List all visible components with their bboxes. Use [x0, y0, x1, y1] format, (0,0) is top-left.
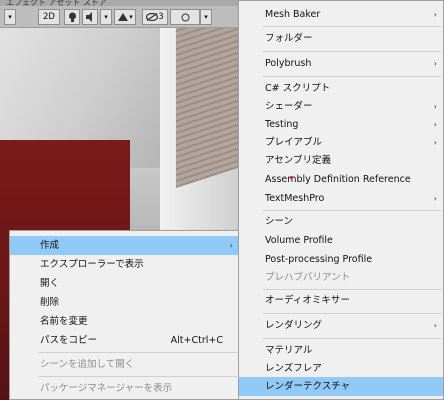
menu-item-textmeshpro[interactable]: TextMeshPro › [239, 189, 443, 208]
menu-separator [263, 76, 441, 77]
menu-item-label: Mesh Baker [265, 9, 321, 20]
menu-item-label: オーディオミキサー [265, 295, 350, 306]
asset-context-menu: 作成 › エクスプローラーで表示 開く 削除 名前を変更 パスをコピー Alt+… [9, 230, 240, 400]
menu-item-label: レンズフレア [265, 363, 322, 374]
menu-item-show-package-manager: パッケージマネージャーを表示 [10, 379, 239, 398]
menu-separator [263, 26, 441, 27]
menu-item-shader[interactable]: シェーダー › [239, 97, 443, 116]
menu-item-label: 作成 [40, 240, 60, 251]
menu-item-testing[interactable]: Testing › [239, 115, 443, 134]
menu-separator [263, 210, 441, 211]
submenu-arrow-icon: › [229, 241, 233, 250]
menu-item-label: シェーダー [265, 101, 313, 112]
menu-item-label: フォルダー [265, 33, 313, 44]
create-submenu: Mesh Baker › フォルダー Polybrush › C# スクリプト … [238, 0, 444, 400]
mouse-cursor-marker [290, 176, 293, 179]
menu-item-show-in-explorer[interactable]: エクスプローラーで表示 [10, 255, 239, 274]
submenu-arrow-icon: › [433, 194, 437, 203]
menu-item-label: アセンブリ定義 [265, 155, 332, 166]
menu-item-mesh-baker[interactable]: Mesh Baker › [239, 5, 443, 24]
menu-item-label: Assembly Definition Reference [265, 174, 411, 185]
hidden-count: 3 [158, 12, 164, 22]
menu-item-label: 名前を変更 [40, 316, 88, 327]
menu-item-label: レンダリング [265, 320, 323, 331]
submenu-arrow-icon: › [433, 59, 437, 68]
menu-item-label: パッケージマネージャーを表示 [40, 383, 173, 394]
menu-item-post-processing-profile[interactable]: Post-processing Profile [239, 250, 443, 269]
effects-icon[interactable]: ▾ [114, 9, 136, 25]
toggle-2d-button[interactable]: 2D [38, 9, 60, 25]
menu-separator [263, 313, 441, 314]
menu-separator [38, 376, 237, 377]
menu-item-volume-profile[interactable]: Volume Profile [239, 231, 443, 250]
gizmos-icon[interactable] [170, 9, 200, 25]
menu-item-label: エクスプローラーで表示 [40, 259, 144, 270]
menu-item-delete[interactable]: 削除 [10, 293, 239, 312]
menu-item-audio-mixer[interactable]: オーディオミキサー [239, 291, 443, 310]
gizmos-dropdown-arrow[interactable]: ▾ [200, 9, 212, 25]
menu-item-assembly-definition[interactable]: アセンブリ定義 [239, 151, 443, 170]
menu-item-label: TextMeshPro [265, 193, 325, 204]
menu-item-render-texture[interactable]: レンダーテクスチャ [239, 377, 443, 396]
menu-separator [263, 51, 441, 52]
menu-item-assembly-definition-reference[interactable]: Assembly Definition Reference [239, 170, 443, 189]
menu-item-label: プレイアブル [265, 137, 323, 148]
menu-item-create[interactable]: 作成 › [10, 236, 239, 255]
menu-item-label: 開く [40, 278, 60, 289]
effects-dropdown-arrow[interactable]: ▾ [100, 9, 112, 25]
menu-item-material[interactable]: マテリアル [239, 341, 443, 360]
menu-item-lens-flare[interactable]: レンズフレア [239, 359, 443, 378]
submenu-arrow-icon: › [433, 138, 437, 147]
toolbar-dropdown-arrow[interactable]: ▾ [4, 9, 16, 25]
light-bulb-icon[interactable] [64, 9, 80, 25]
menu-item-label: Volume Profile [265, 235, 333, 246]
scene-brick-wall [176, 0, 238, 188]
menu-item-rendering[interactable]: レンダリング › [239, 316, 443, 335]
menu-separator [38, 352, 237, 353]
menu-item-label: シーンを追加して開く [40, 359, 135, 370]
menu-separator [263, 338, 441, 339]
scene-toolbar: エフェクト アセット ストア ▾ 2D ▾ ▾ 3 ▾ [0, 0, 240, 28]
menu-separator [263, 289, 441, 290]
menu-item-label: Polybrush [265, 58, 312, 69]
menu-item-copy-path[interactable]: パスをコピー Alt+Ctrl+C [10, 331, 239, 350]
menu-item-label: 削除 [40, 297, 60, 308]
menu-item-rename[interactable]: 名前を変更 [10, 312, 239, 331]
menu-item-folder[interactable]: フォルダー [239, 29, 443, 48]
menu-item-shortcut: Alt+Ctrl+C [170, 335, 223, 346]
submenu-arrow-icon: › [433, 102, 437, 111]
audio-icon[interactable] [82, 9, 98, 25]
menu-item-polybrush[interactable]: Polybrush › [239, 54, 443, 73]
menu-item-label: マテリアル [265, 345, 313, 356]
submenu-arrow-icon: › [433, 10, 437, 19]
menu-item-csharp-script[interactable]: C# スクリプト [239, 79, 443, 98]
submenu-arrow-icon: › [433, 120, 437, 129]
menu-item-open[interactable]: 開く [10, 274, 239, 293]
menu-item-label: C# スクリプト [265, 83, 331, 94]
menu-item-label: レンダーテクスチャ [265, 381, 351, 392]
menu-item-label: プレハブバリアント [265, 272, 351, 283]
toolbar-top-text: エフェクト アセット ストア [6, 0, 107, 7]
menu-item-open-scene-additive: シーンを追加して開く [10, 355, 239, 374]
menu-item-label: シーン [265, 216, 294, 227]
visibility-icon[interactable]: 3 [142, 9, 168, 25]
menu-item-prefab-variant: プレハブバリアント [239, 268, 443, 287]
menu-item-label: Testing [265, 119, 299, 130]
menu-item-playables[interactable]: プレイアブル › [239, 133, 443, 152]
toolbar-top-strip: エフェクト アセット ストア [0, 0, 240, 7]
menu-item-label: Post-processing Profile [265, 254, 373, 265]
submenu-arrow-icon: › [433, 321, 437, 330]
menu-item-label: パスをコピー [40, 335, 98, 346]
menu-item-scene[interactable]: シーン [239, 212, 443, 231]
